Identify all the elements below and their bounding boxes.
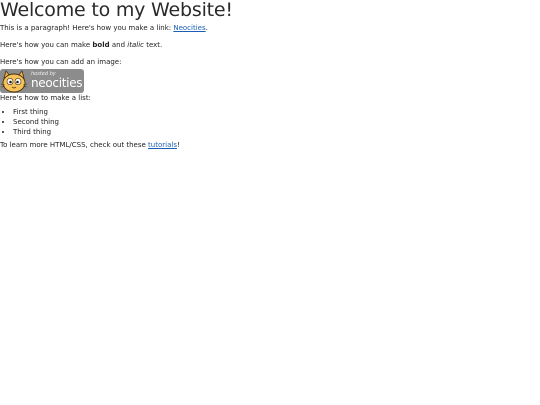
neocities-link[interactable]: Neocities [173,24,205,32]
tutorials-paragraph: To learn more HTML/CSS, check out these … [0,140,540,150]
page-title: Welcome to my Website! [0,0,233,21]
formatting-text-end: text. [143,41,163,49]
tutorials-exclamation: ! [176,141,180,149]
page: Welcome to my Website! This is a paragra… [0,0,540,150]
list-item: First thing [13,107,540,117]
badge-big-text: neocities [31,76,83,90]
formatting-paragraph: Here's how you can make bold and italic … [0,40,540,50]
tutorials-text: To learn more HTML/CSS, check out these [0,141,149,149]
thing-list: First thing Second thing Third thing [0,107,540,137]
bold-text: bold [92,41,110,49]
tutorials-link[interactable]: tutorials [148,141,177,149]
neocities-cat-icon [0,69,28,93]
formatting-text-start: Here's how you can make [0,41,93,49]
list-item: Second thing [13,117,540,127]
list-item: Third thing [13,127,540,137]
intro-paragraph: This is a paragraph! Here's how you make… [0,23,540,33]
formatting-text-middle: and [109,41,128,49]
image-paragraph: Here's how you can add an image: [0,58,122,66]
intro-text: This is a paragraph! Here's how you make… [0,24,174,32]
hosted-by-neocities-image: hosted by neocities [0,69,84,93]
italic-text: italic [127,41,144,49]
intro-period: . [205,24,208,32]
list-paragraph: Here's how to make a list: [0,94,91,102]
